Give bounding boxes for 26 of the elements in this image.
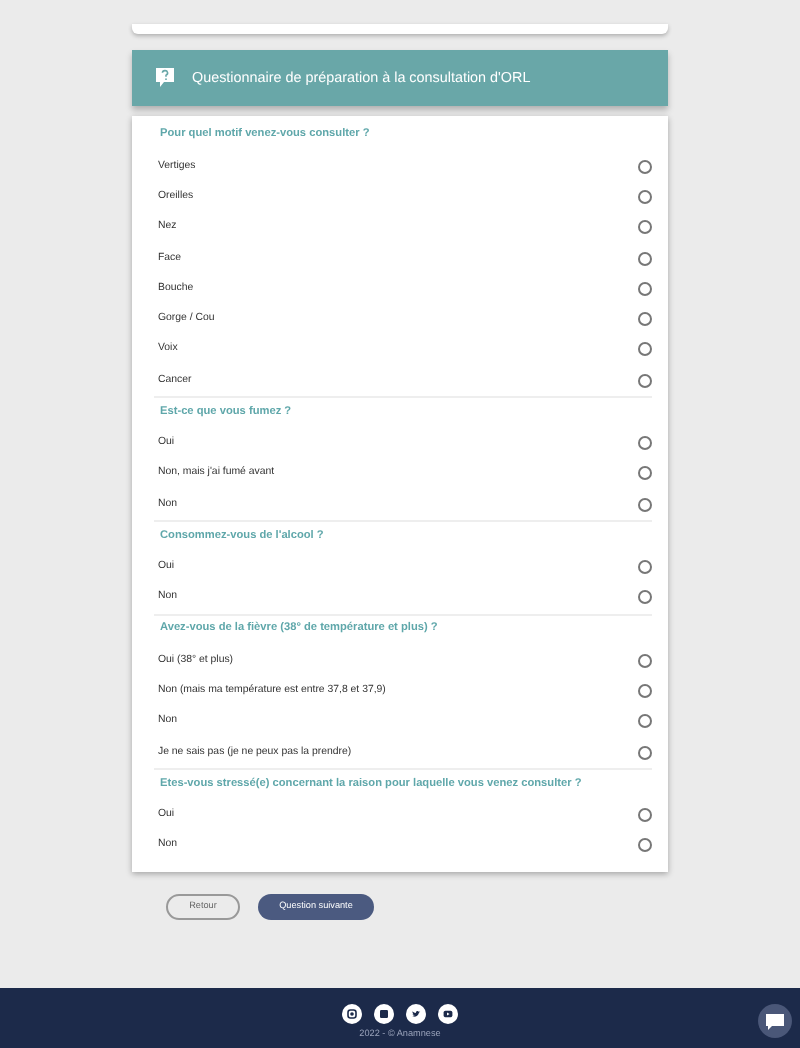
- square-icon[interactable]: [374, 1004, 394, 1024]
- radio-button[interactable]: [638, 560, 652, 575]
- chat-icon: [766, 1013, 784, 1029]
- radio-button[interactable]: [638, 312, 652, 327]
- radio-button[interactable]: [638, 466, 652, 481]
- radio-button[interactable]: [638, 653, 652, 668]
- radio-button[interactable]: [638, 190, 652, 205]
- radio-button[interactable]: [638, 159, 652, 174]
- question-bubble-icon: [156, 68, 174, 88]
- radio-button[interactable]: [638, 684, 652, 699]
- radio-button[interactable]: [638, 436, 652, 451]
- radio-button[interactable]: [638, 714, 652, 729]
- radio-button[interactable]: [638, 281, 652, 296]
- radio-button[interactable]: [638, 251, 652, 266]
- bird-icon[interactable]: [406, 1004, 426, 1024]
- radio-button[interactable]: [638, 745, 652, 760]
- radio-button[interactable]: [638, 590, 652, 605]
- radio-button[interactable]: [638, 838, 652, 853]
- radio-button[interactable]: [638, 497, 652, 512]
- radio-button[interactable]: [638, 342, 652, 357]
- radio-button[interactable]: [638, 220, 652, 235]
- radio-button[interactable]: [638, 373, 652, 388]
- chat-button[interactable]: [758, 1004, 792, 1038]
- radio-button[interactable]: [638, 808, 652, 823]
- play-icon[interactable]: [438, 1004, 458, 1024]
- camera-icon[interactable]: [342, 1004, 362, 1024]
